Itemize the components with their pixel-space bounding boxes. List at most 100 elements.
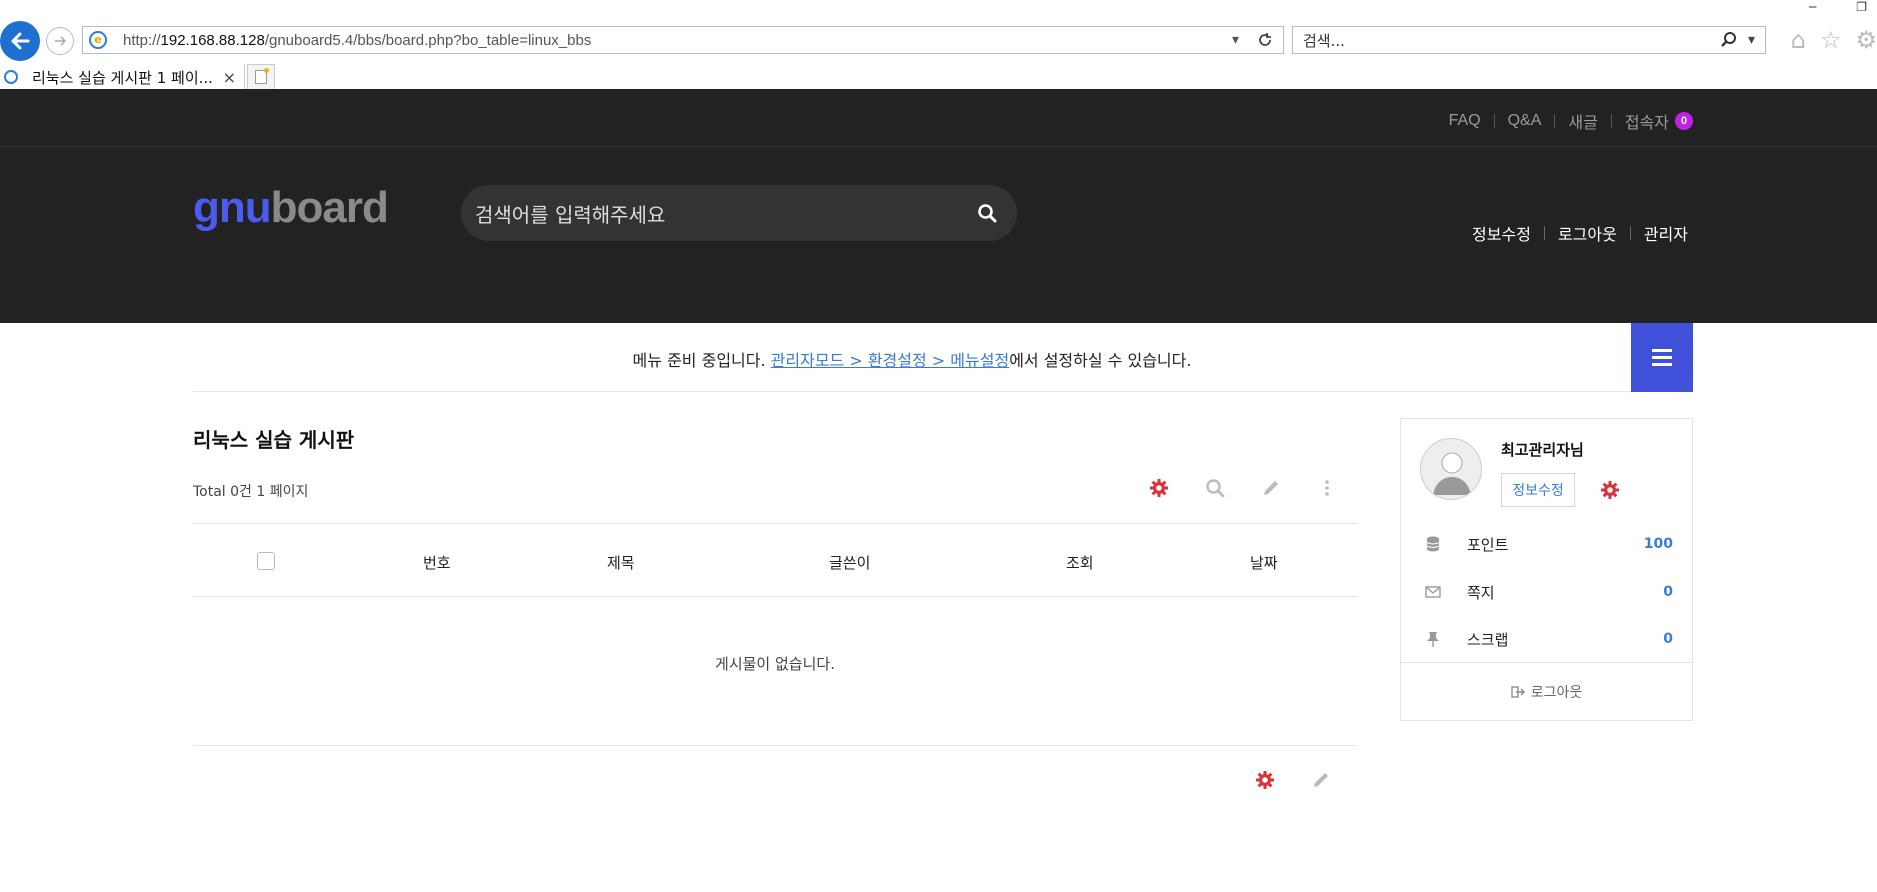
memo-label: 쪽지 [1467, 583, 1495, 602]
arrow-right-icon [55, 36, 67, 46]
tab-title: 리눅스 실습 게시판 1 페이... [32, 68, 213, 87]
pencil-icon [1314, 773, 1328, 787]
edit-profile-button[interactable]: 정보수정 [1501, 473, 1575, 507]
scrap-value: 0 [1663, 631, 1673, 647]
divider [1401, 662, 1692, 663]
search-icon [1206, 479, 1225, 498]
logout-button[interactable]: 로그아웃 [1401, 682, 1692, 702]
visitor-count-badge: 0 [1675, 112, 1693, 130]
visitors-link[interactable]: 접속자 [1625, 109, 1669, 133]
site-search-input[interactable]: 검색어를 입력해주세요 [475, 199, 957, 228]
topbar-links: FAQ Q&A 새글 접속자 0 [1449, 109, 1693, 133]
gear-icon [1150, 479, 1168, 497]
search-icon[interactable] [1720, 31, 1738, 49]
gear-icon[interactable]: ⚙ [1855, 26, 1877, 54]
envelope-icon [1423, 586, 1443, 598]
user-silhouette-icon [1433, 452, 1471, 495]
close-icon[interactable]: × [223, 68, 236, 87]
nickname: 최고관리자님 [1501, 441, 1584, 459]
forward-button[interactable] [46, 27, 74, 55]
divider [1629, 226, 1631, 240]
logo-part-gnu: gnu [193, 183, 272, 232]
window-controls: ─ ❐ [1809, 0, 1867, 16]
point-value: 100 [1643, 536, 1673, 552]
header-links: 정보수정 로그아웃 관리자 [1472, 221, 1688, 245]
board-title: 리눅스 실습 게시판 [193, 428, 355, 452]
arrow-left-icon [11, 32, 30, 50]
address-bar[interactable]: e http://192.168.88.128/gnuboard5.4/bbs/… [82, 26, 1284, 54]
column-header-subject[interactable]: 제목 [607, 552, 635, 573]
qna-link[interactable]: Q&A [1508, 112, 1542, 130]
url-path: /gnuboard5.4/bbs/board.php?bo_table=linu… [264, 31, 592, 49]
column-header-date[interactable]: 날짜 [1250, 552, 1278, 573]
site-search-button[interactable] [957, 203, 1017, 223]
logout-link[interactable]: 로그아웃 [1558, 221, 1617, 245]
site-header: gnuboard 검색어를 입력해주세요 정보수정 로그아웃 관리자 [0, 147, 1877, 323]
url-field[interactable]: http://192.168.88.128/gnuboard5.4/bbs/bo… [123, 32, 1232, 49]
divider [1554, 114, 1556, 128]
board-toolbar [1149, 478, 1337, 498]
logout-label: 로그아웃 [1530, 685, 1583, 701]
minimize-icon[interactable]: ─ [1809, 0, 1816, 16]
divider [1610, 114, 1612, 128]
edit-profile-link[interactable]: 정보수정 [1472, 221, 1531, 245]
admin-link[interactable]: 관리자 [1644, 221, 1688, 245]
column-header-author[interactable]: 글쓴이 [829, 552, 870, 573]
select-all-checkbox[interactable] [257, 552, 275, 570]
thumbtack-icon [1423, 631, 1443, 647]
pencil-icon [1264, 481, 1278, 495]
browser-search-input[interactable]: 검색... [1303, 30, 1720, 51]
board-total: Total 0건 1 페이지 [193, 484, 309, 500]
board-search-button[interactable] [1205, 478, 1225, 498]
memo-stat[interactable]: 쪽지 0 [1401, 580, 1692, 604]
browser-search-bar[interactable]: 검색... ▾ [1292, 26, 1766, 54]
menu-notice-suffix: 에서 설정하실 수 있습니다. [1009, 351, 1192, 370]
profile-box: 최고관리자님 정보수정 포인트 100 쪽지 0 스크랩 0 로그아웃 [1400, 418, 1693, 721]
gear-icon [1256, 771, 1274, 789]
hamburger-icon-line [1652, 356, 1672, 359]
refresh-icon[interactable] [1257, 32, 1273, 48]
board-table-header: 번호 제목 글쓴이 조회 날짜 [193, 523, 1357, 597]
ie-tab-icon [4, 70, 18, 84]
favorites-star-icon[interactable]: ☆ [1820, 26, 1842, 54]
restore-icon[interactable]: ❐ [1856, 0, 1867, 16]
hamburger-icon-line [1652, 363, 1672, 366]
logo-part-board: board [270, 183, 389, 232]
admin-settings-button[interactable] [1600, 480, 1620, 504]
board-admin-button[interactable] [1149, 478, 1169, 498]
dropdown-icon[interactable]: ▾ [1232, 32, 1239, 48]
site-search-box: 검색어를 입력해주세요 [461, 185, 1017, 241]
divider [1493, 114, 1495, 128]
column-header-views[interactable]: 조회 [1066, 552, 1094, 573]
gear-icon [1601, 481, 1619, 499]
board-admin-button-bottom[interactable] [1255, 770, 1275, 790]
new-tab-button[interactable] [247, 64, 275, 90]
gnuboard-logo[interactable]: gnuboard [193, 183, 389, 233]
home-icon[interactable]: ⌂ [1791, 26, 1806, 54]
empty-message: 게시물이 없습니다. [715, 655, 835, 673]
point-stat[interactable]: 포인트 100 [1401, 532, 1692, 556]
divider [1543, 226, 1545, 240]
menu-notice: 메뉴 준비 중입니다. 관리자모드 > 환경설정 > 메뉴설정에서 설정하실 수… [193, 347, 1631, 371]
url-host: 192.168.88.128 [160, 31, 265, 49]
faq-link[interactable]: FAQ [1449, 112, 1481, 130]
more-options-button[interactable] [1317, 478, 1337, 498]
menu-bar: 메뉴 준비 중입니다. 관리자모드 > 환경설정 > 메뉴설정에서 설정하실 수… [193, 323, 1693, 392]
site-topbar: FAQ Q&A 새글 접속자 0 [0, 89, 1877, 147]
scrap-stat[interactable]: 스크랩 0 [1401, 627, 1692, 651]
tab-strip: 리눅스 실습 게시판 1 페이... × [0, 62, 1877, 90]
write-button-bottom[interactable] [1311, 770, 1331, 790]
back-button[interactable] [0, 21, 40, 61]
hamburger-menu-button[interactable] [1631, 323, 1693, 392]
search-dropdown-icon[interactable]: ▾ [1748, 32, 1755, 48]
empty-list-row: 게시물이 없습니다. [193, 597, 1357, 746]
menu-settings-link[interactable]: 관리자모드 > 환경설정 > 메뉴설정 [771, 351, 1010, 370]
write-button[interactable] [1261, 478, 1281, 498]
tab-active[interactable]: 리눅스 실습 게시판 1 페이... × [0, 64, 245, 90]
scrap-label: 스크랩 [1467, 630, 1509, 649]
new-posts-link[interactable]: 새글 [1568, 109, 1597, 133]
column-header-number[interactable]: 번호 [423, 552, 451, 573]
point-label: 포인트 [1467, 535, 1509, 554]
avatar [1420, 438, 1482, 500]
browser-chrome: ─ ❐ e http://192.168.88.128/gnuboard5.4/… [0, 0, 1877, 61]
